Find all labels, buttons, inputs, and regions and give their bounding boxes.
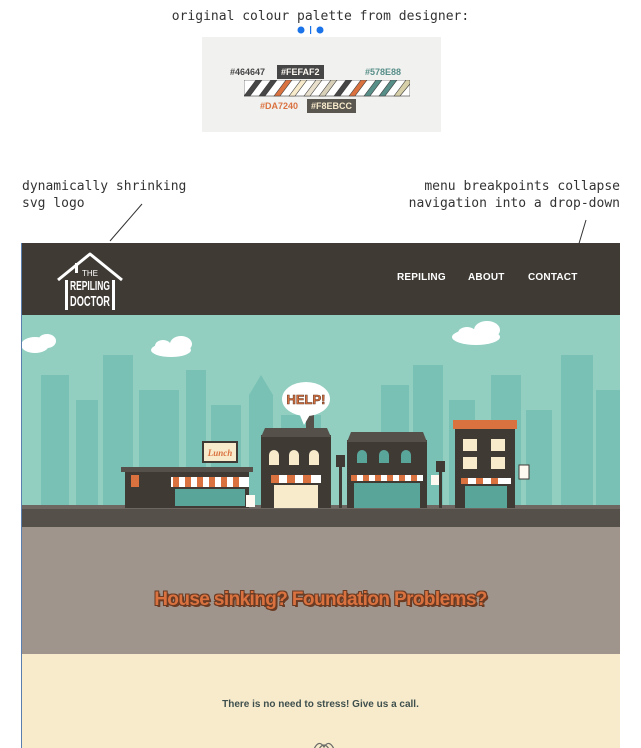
- logo-text-the: THE: [82, 269, 98, 278]
- street-sign: [431, 475, 439, 485]
- logo-text-repiling: REPILING: [70, 278, 110, 293]
- nav-item-about[interactable]: ABOUT: [468, 272, 505, 283]
- logo-text-doctor: DOCTOR: [70, 293, 110, 310]
- repiling-doctor-logo[interactable]: THE REPILING DOCTOR: [55, 250, 125, 312]
- decorative-ornament-icon: [313, 742, 335, 748]
- hero-street-illustration: Lunch HELP!: [21, 315, 620, 527]
- cafe-sign-text: Lunch: [207, 448, 233, 458]
- nav-item-contact[interactable]: CONTACT: [528, 272, 578, 283]
- tagline-band: House sinking? Foundation Problems?: [21, 527, 620, 654]
- help-bubble-text: HELP!: [287, 392, 326, 407]
- townhouse: [347, 432, 427, 508]
- website-mockup: THE REPILING DOCTOR REPILING ABOUT CONTA…: [21, 243, 620, 748]
- cta-band: There is no need to stress! Give us a ca…: [21, 654, 620, 748]
- annotation-pointer-lines: [109, 203, 587, 258]
- site-left-edge: [21, 243, 22, 748]
- nav-item-repiling[interactable]: REPILING: [397, 272, 446, 283]
- hero-tagline: House sinking? Foundation Problems?: [154, 589, 487, 610]
- road: [21, 508, 620, 527]
- site-header: THE REPILING DOCTOR REPILING ABOUT CONTA…: [21, 243, 620, 315]
- cta-text: There is no need to stress! Give us a ca…: [222, 699, 419, 710]
